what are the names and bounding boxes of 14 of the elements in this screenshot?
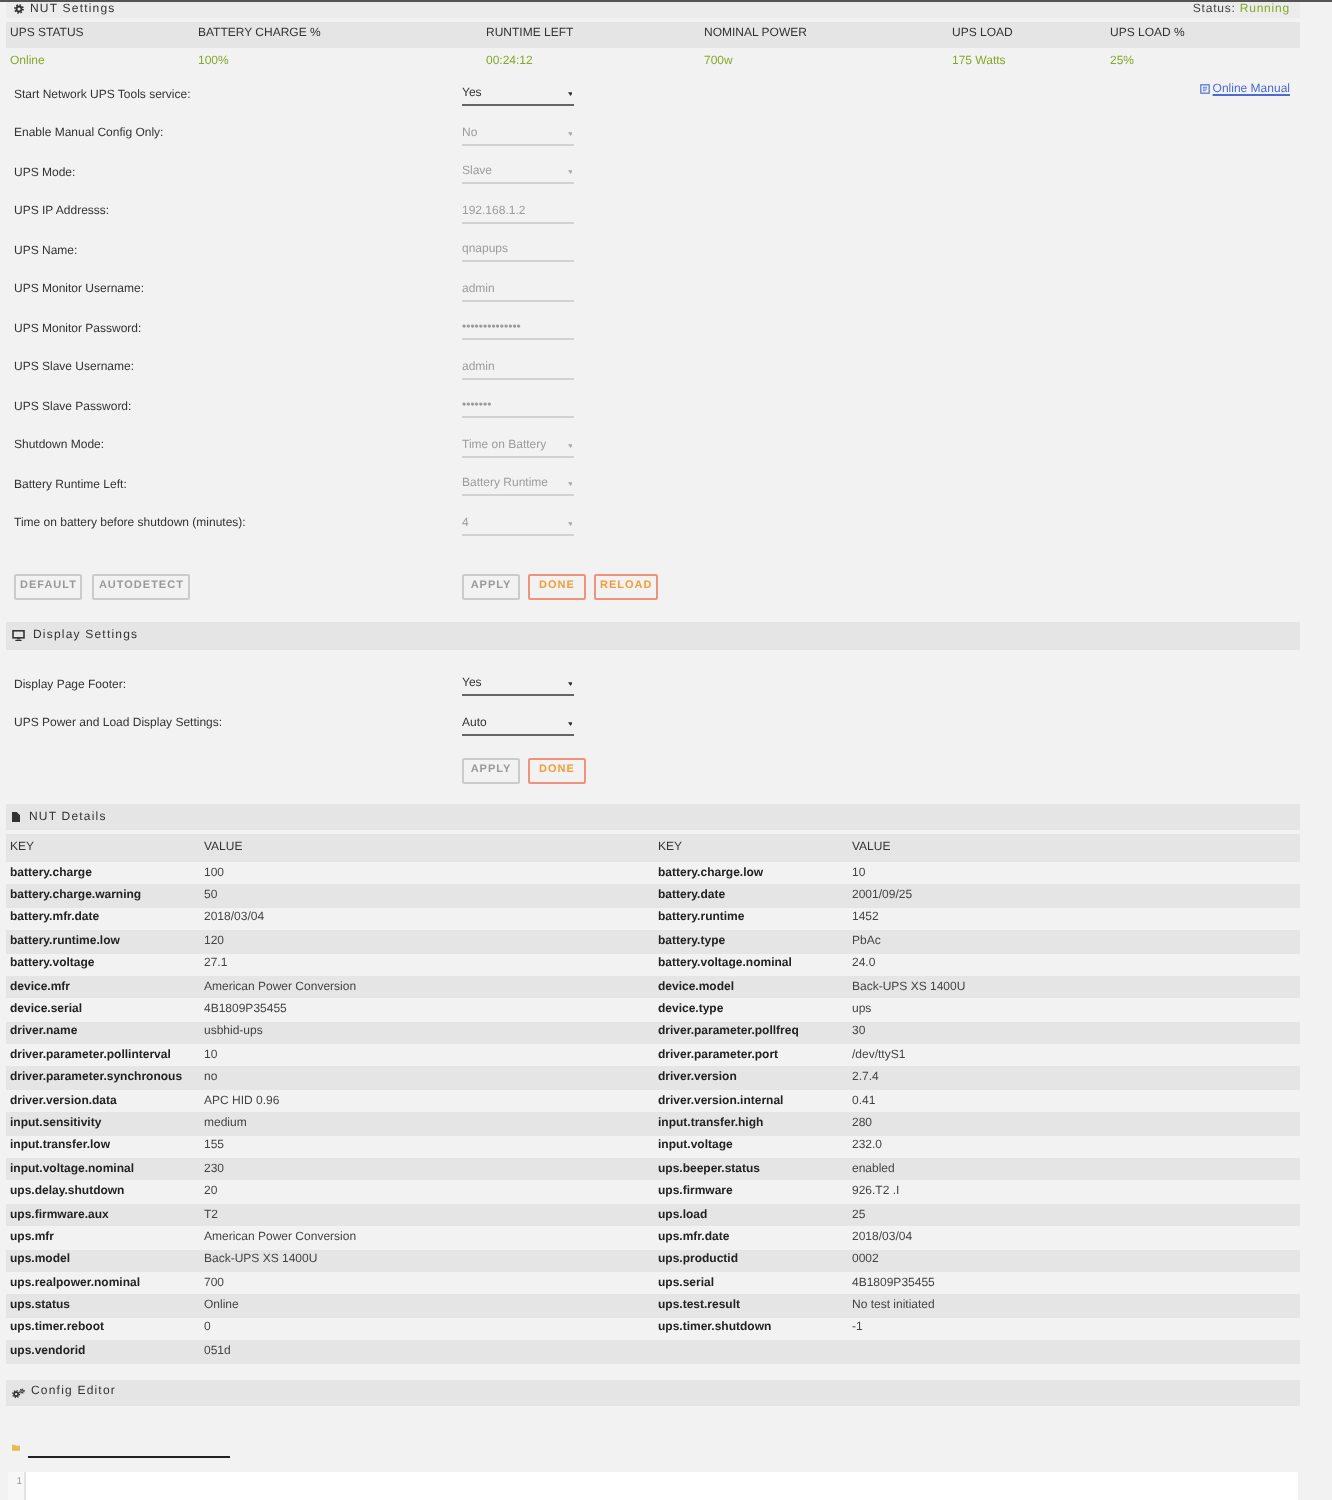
caret-icon <box>567 92 572 97</box>
document-icon <box>12 812 20 823</box>
folder-icon <box>12 1444 20 1452</box>
caret-icon <box>567 721 572 726</box>
gears-icon <box>12 1387 25 1399</box>
caret-icon <box>567 170 572 175</box>
monitor-icon <box>12 630 25 642</box>
caret-icon <box>567 131 572 136</box>
caret-icon <box>567 482 572 487</box>
caret-icon <box>567 443 572 448</box>
caret-icon <box>567 682 572 687</box>
document-icon <box>1199 84 1210 95</box>
caret-icon <box>567 521 572 526</box>
gear-icon <box>14 4 24 15</box>
